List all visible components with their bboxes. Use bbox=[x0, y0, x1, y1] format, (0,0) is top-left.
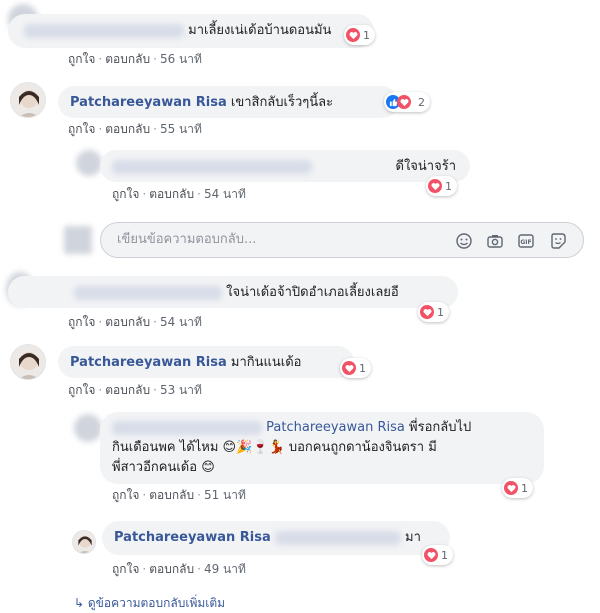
comment-bubble: Patchareeyawan Risa มากินแนเด้อ bbox=[58, 346, 354, 378]
like-link[interactable]: ถูกใจ bbox=[68, 315, 95, 329]
comment-bubble: Patchareeyawan Risa มา bbox=[102, 521, 450, 555]
reaction-badge[interactable]: 2 bbox=[384, 92, 430, 112]
sticker-icon[interactable] bbox=[549, 232, 567, 250]
timestamp[interactable]: 49 นาที bbox=[204, 562, 246, 576]
reaction-badge[interactable]: 1 bbox=[502, 478, 533, 498]
emoji-icon: 😊🎉🍷💃 bbox=[222, 440, 285, 455]
reaction-count: 1 bbox=[437, 305, 444, 319]
reaction-count: 1 bbox=[359, 361, 366, 375]
comment-actions: ถูกใจ · ตอบกลับ · 53 นาที bbox=[68, 383, 202, 397]
timestamp[interactable]: 51 นาที bbox=[204, 488, 246, 502]
comment-actions: ถูกใจ · ตอบกลับ · 51 นาที bbox=[112, 488, 246, 502]
reply-arrow-icon: ↳ bbox=[74, 596, 85, 610]
heart-icon bbox=[397, 95, 411, 109]
reply-link[interactable]: ตอบกลับ bbox=[149, 187, 194, 201]
reply-composer[interactable]: GIF bbox=[100, 222, 584, 258]
reaction-badge[interactable]: 1 bbox=[340, 358, 371, 378]
comment-bubble: ใจน่าเด้อจ้าปิดอำเภอเลี้ยงเลยอี bbox=[8, 276, 458, 308]
heart-icon bbox=[504, 481, 518, 495]
heart-icon bbox=[420, 305, 434, 319]
reply-link[interactable]: ตอบกลับ bbox=[149, 562, 194, 576]
comment-actions: ถูกใจ · ตอบกลับ · 54 นาที bbox=[68, 315, 202, 329]
comment-bubble: มาเลี้ยงเน่เด้อบ้านดอนมัน bbox=[8, 14, 374, 48]
timestamp[interactable]: 55 นาที bbox=[160, 122, 202, 136]
heart-icon bbox=[346, 28, 360, 42]
comment-bubble: ดีใจน่าจร้า bbox=[100, 150, 470, 182]
comment-author[interactable]: Patchareeyawan Risa bbox=[114, 530, 271, 545]
reaction-count: 2 bbox=[418, 95, 425, 109]
comment-text: พี่รอกลับไป bbox=[409, 420, 472, 435]
view-more-label[interactable]: ดูข้อความตอบกลับเพิ่มเติม bbox=[88, 596, 225, 610]
comment-text: มา bbox=[405, 530, 421, 545]
blurred-author-name bbox=[74, 285, 222, 300]
reply-link[interactable]: ตอบกลับ bbox=[105, 122, 150, 136]
comment-actions: ถูกใจ · ตอบกลับ · 49 นาที bbox=[112, 562, 246, 576]
reaction-badge[interactable]: 1 bbox=[344, 25, 375, 45]
blurred-mention bbox=[274, 530, 401, 545]
avatar bbox=[64, 226, 92, 254]
reply-link[interactable]: ตอบกลับ bbox=[105, 315, 150, 329]
reaction-count: 1 bbox=[441, 548, 448, 562]
emoji-icon[interactable] bbox=[455, 232, 473, 250]
comment-bubble: Patchareeyawan Risa พี่รอกลับไป กินเดือน… bbox=[100, 412, 544, 484]
blurred-author-name bbox=[112, 160, 312, 174]
like-link[interactable]: ถูกใจ bbox=[68, 122, 95, 136]
view-more-replies[interactable]: ↳ ดูข้อความตอบกลับเพิ่มเติม bbox=[74, 594, 225, 613]
like-link[interactable]: ถูกใจ bbox=[112, 488, 139, 502]
gif-icon[interactable]: GIF bbox=[517, 232, 535, 250]
reply-link[interactable]: ตอบกลับ bbox=[105, 383, 150, 397]
avatar[interactable] bbox=[10, 344, 46, 380]
like-link[interactable]: ถูกใจ bbox=[68, 383, 95, 397]
reaction-count: 1 bbox=[445, 179, 452, 193]
heart-icon bbox=[424, 548, 438, 562]
comment-author[interactable]: Patchareeyawan Risa bbox=[70, 355, 227, 370]
comment-text: ใจน่าเด้อจ้าปิดอำเภอเลี้ยงเลยอี bbox=[226, 285, 399, 300]
comment-actions: ถูกใจ · ตอบกลับ · 55 นาที bbox=[68, 122, 202, 136]
blurred-author-name bbox=[112, 420, 262, 435]
timestamp[interactable]: 54 นาที bbox=[204, 187, 246, 201]
reaction-badge[interactable]: 1 bbox=[422, 545, 453, 565]
like-link[interactable]: ถูกใจ bbox=[68, 52, 95, 66]
reaction-badge[interactable]: 1 bbox=[418, 302, 449, 322]
comment-text: มากินแนเด้อ bbox=[230, 355, 302, 370]
comment-bubble: Patchareeyawan Risa เขาสิกลับเร็วๆนี้ละ bbox=[58, 86, 398, 118]
comment-actions: ถูกใจ · ตอบกลับ · 56 นาที bbox=[68, 52, 202, 66]
like-link[interactable]: ถูกใจ bbox=[112, 562, 139, 576]
comment-line-1: Patchareeyawan Risa พี่รอกลับไป bbox=[112, 418, 532, 438]
timestamp[interactable]: 56 นาที bbox=[160, 52, 202, 66]
timestamp[interactable]: 53 นาที bbox=[160, 383, 202, 397]
reaction-count: 1 bbox=[521, 481, 528, 495]
comment-actions: ถูกใจ · ตอบกลับ · 54 นาที bbox=[112, 187, 246, 201]
reaction-badge[interactable]: 1 bbox=[426, 176, 457, 196]
avatar[interactable] bbox=[72, 530, 96, 554]
comment-line-3: พี่สาวอีกคนเด้อ 😊 bbox=[112, 460, 215, 475]
avatar[interactable] bbox=[76, 150, 102, 176]
comment-line-2: กินเดือนพค ได้ไหม 😊🎉🍷💃 บอกคนถูกดาน้องจิน… bbox=[112, 440, 437, 455]
reply-link[interactable]: ตอบกลับ bbox=[149, 488, 194, 502]
heart-icon bbox=[428, 179, 442, 193]
comment-text: มาเลี้ยงเน่เด้อบ้านดอนมัน bbox=[188, 23, 332, 38]
blurred-author-name bbox=[24, 23, 184, 38]
reply-link[interactable]: ตอบกลับ bbox=[105, 52, 150, 66]
like-link[interactable]: ถูกใจ bbox=[112, 187, 139, 201]
comment-text: ดีใจน่าจร้า bbox=[395, 159, 457, 174]
avatar[interactable] bbox=[10, 82, 46, 118]
comment-mention[interactable]: Patchareeyawan Risa bbox=[266, 420, 405, 435]
timestamp[interactable]: 54 นาที bbox=[160, 315, 202, 329]
comment-author[interactable]: Patchareeyawan Risa bbox=[70, 95, 227, 110]
avatar[interactable] bbox=[74, 414, 102, 442]
emoji-icon: 😊 bbox=[201, 460, 215, 475]
reaction-count: 1 bbox=[363, 28, 370, 42]
heart-icon bbox=[342, 361, 356, 375]
svg-text:GIF: GIF bbox=[520, 239, 531, 246]
comment-text: เขาสิกลับเร็วๆนี้ละ bbox=[230, 95, 334, 110]
camera-icon[interactable] bbox=[486, 232, 504, 250]
reply-input[interactable] bbox=[115, 231, 449, 248]
